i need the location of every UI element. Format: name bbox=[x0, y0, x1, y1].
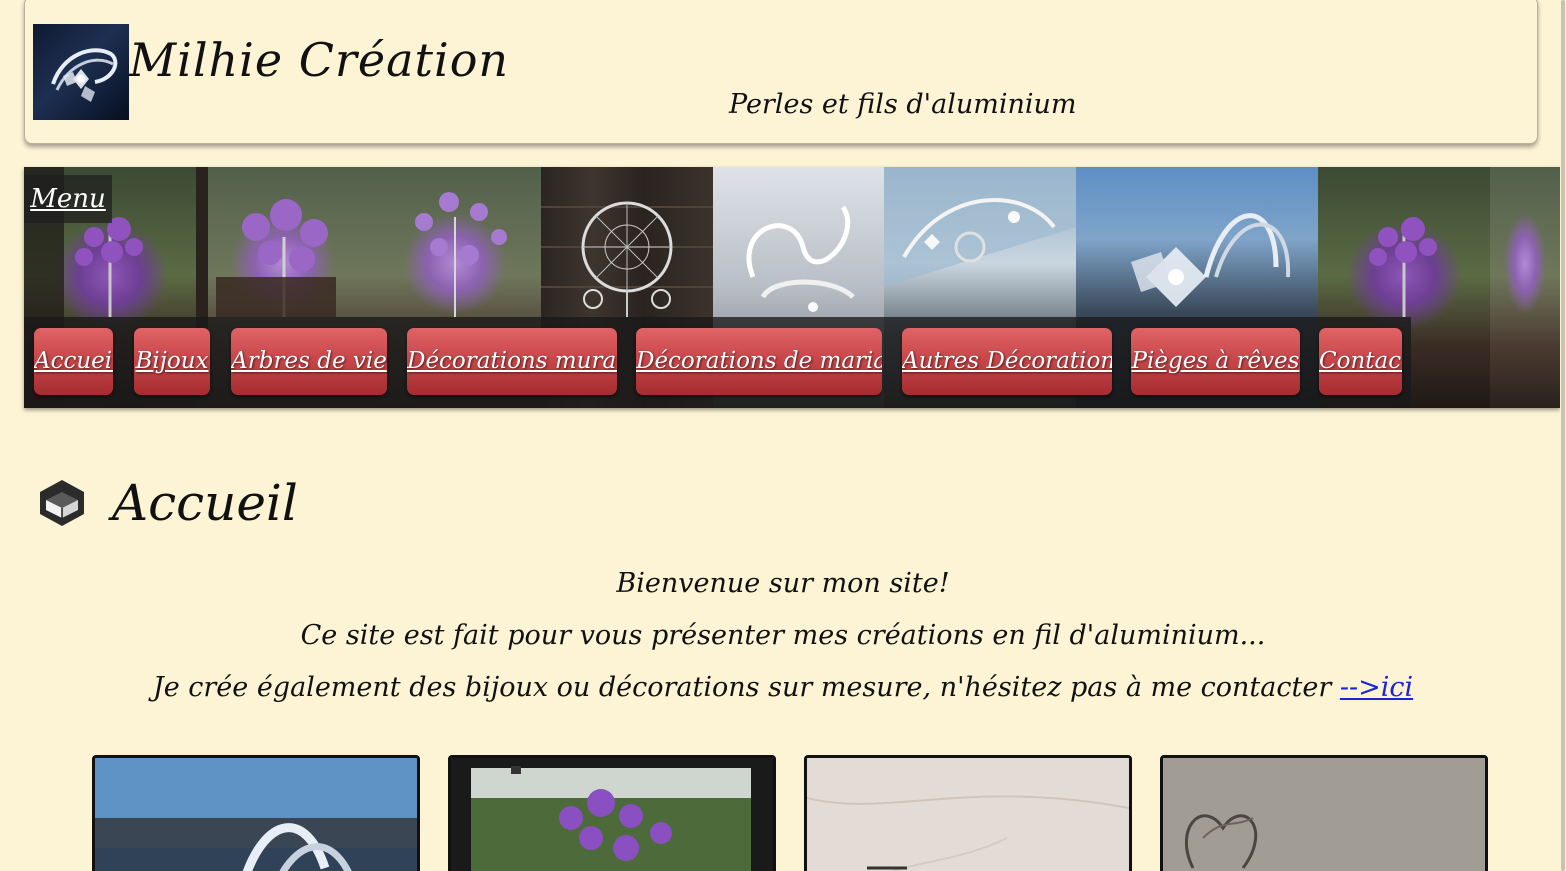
nav-arbres-de-vie[interactable]: Arbres de vie bbox=[231, 328, 387, 395]
gallery-item-tree[interactable] bbox=[448, 755, 776, 871]
site-title: Milhie Création bbox=[129, 33, 510, 87]
scrollbar[interactable] bbox=[1560, 0, 1566, 871]
gallery-item-bracelet[interactable] bbox=[92, 755, 420, 871]
menu-toggle[interactable]: Menu bbox=[24, 175, 112, 223]
intro-line-custom: Je crée également des bijoux ou décorati… bbox=[0, 672, 1566, 703]
nav-autres-decorations[interactable]: Autres Décorations bbox=[902, 328, 1112, 395]
site-header: Milhie Création Perles et fils d'alumini… bbox=[24, 0, 1538, 144]
intro-line-custom-text: Je crée également des bijoux ou décorati… bbox=[152, 672, 1332, 703]
banner: Menu Accueil Bijoux Arbres de vie Décora… bbox=[24, 167, 1560, 408]
nav-contact[interactable]: Contact bbox=[1319, 328, 1402, 395]
bracelet-photo-icon bbox=[51, 48, 118, 102]
nav-decorations-de-mariage[interactable]: Décorations de mariage bbox=[636, 328, 882, 395]
logo[interactable] bbox=[33, 24, 129, 120]
nav-decorations-murales[interactable]: Décorations murales bbox=[407, 328, 617, 395]
nav-bijoux[interactable]: Bijoux bbox=[134, 328, 210, 395]
page-title: Accueil bbox=[112, 474, 298, 532]
contact-link[interactable]: -->ici bbox=[1340, 672, 1413, 703]
gallery-item-heart[interactable] bbox=[1160, 755, 1488, 871]
gallery-item-marble[interactable] bbox=[804, 755, 1132, 871]
nav-accueil[interactable]: Accueil bbox=[34, 328, 113, 395]
page: Milhie Création Perles et fils d'alumini… bbox=[0, 0, 1566, 871]
banner-photo-tree-5 bbox=[1490, 167, 1560, 408]
site-subtitle: Perles et fils d'aluminium bbox=[729, 89, 1077, 120]
intro-line-welcome: Bienvenue sur mon site! bbox=[616, 568, 950, 599]
scrollbar-thumb[interactable] bbox=[1561, 0, 1565, 871]
nav-pieges-a-reves[interactable]: Pièges à rêves bbox=[1131, 328, 1300, 395]
intro-line-purpose: Ce site est fait pour vous présenter mes… bbox=[300, 620, 1266, 651]
book-icon bbox=[38, 478, 86, 528]
